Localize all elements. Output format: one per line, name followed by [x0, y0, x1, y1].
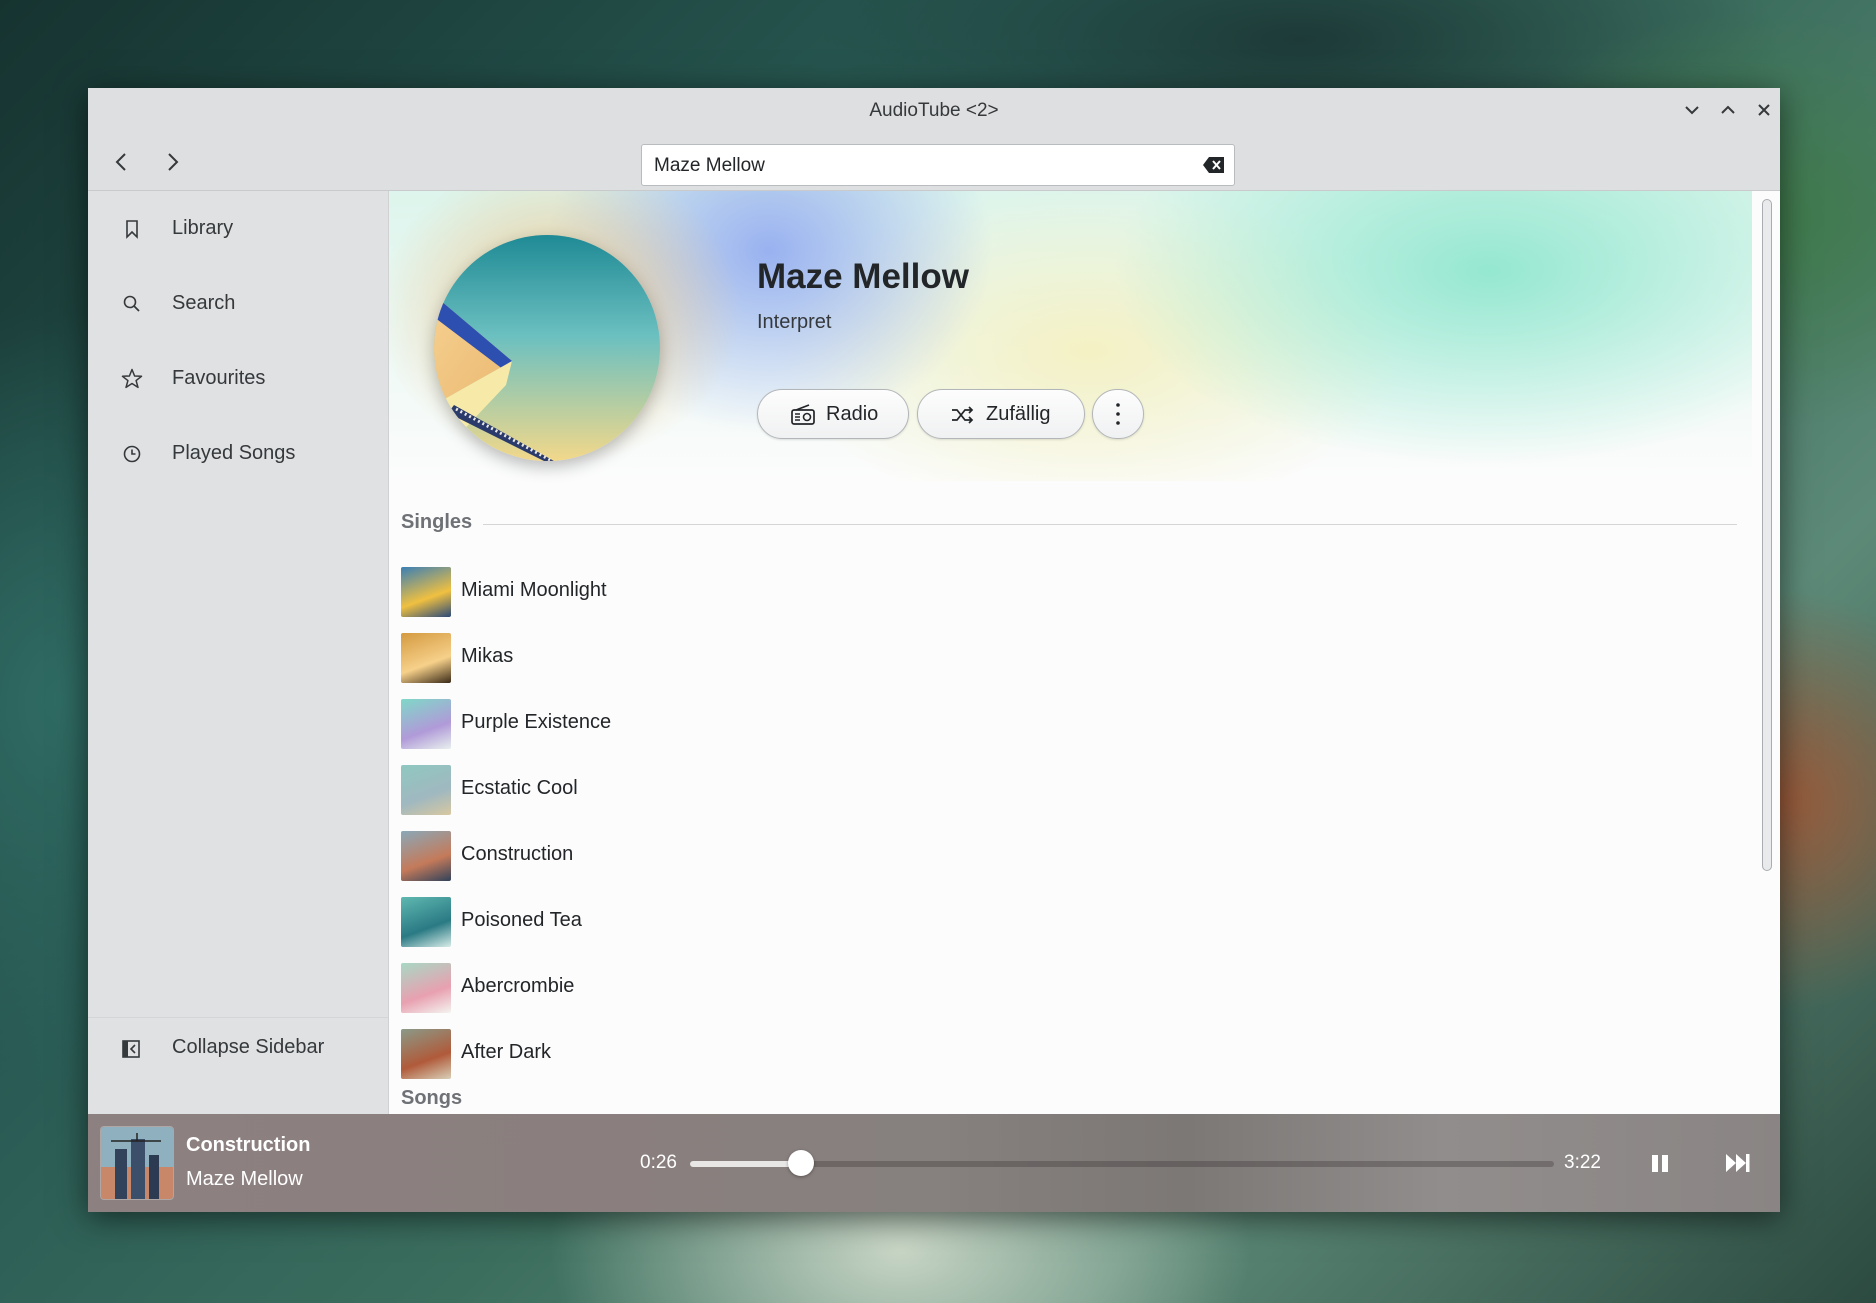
- search-field[interactable]: [641, 144, 1235, 187]
- album-thumbnail: [401, 765, 451, 815]
- player-bar: Construction Maze Mellow 0:26 3:22: [88, 1114, 1780, 1212]
- list-item-title: Construction: [461, 843, 574, 865]
- current-time: 0:26: [640, 1152, 677, 1173]
- collapse-sidebar-button[interactable]: Collapse Sidebar: [88, 1017, 388, 1078]
- list-item-title: Mikas: [461, 645, 514, 667]
- singles-heading: Singles: [401, 511, 473, 533]
- list-item-title: Poisoned Tea: [461, 909, 582, 931]
- shuffle-label: Zufällig: [986, 403, 1051, 425]
- album-thumbnail: [401, 963, 451, 1013]
- sidebar-item-search[interactable]: Search: [88, 274, 388, 334]
- back-button[interactable]: [108, 148, 136, 176]
- radio-icon: [791, 404, 815, 425]
- album-thumbnail: [401, 1029, 451, 1079]
- pause-button[interactable]: [1644, 1148, 1676, 1178]
- more-vertical-icon: [1116, 403, 1120, 425]
- sidebar-item-favourites[interactable]: Favourites: [88, 349, 388, 409]
- backspace-clear-icon: [1203, 157, 1224, 173]
- now-playing-cover[interactable]: [100, 1126, 174, 1200]
- sidebar-item-label: Played Songs: [172, 442, 296, 464]
- album-thumbnail: [401, 633, 451, 683]
- list-item-title: Abercrombie: [461, 975, 575, 997]
- list-item-title: Miami Moonlight: [461, 579, 607, 601]
- star-icon: [121, 368, 143, 389]
- collapse-sidebar-label: Collapse Sidebar: [172, 1036, 325, 1058]
- sidebar-collapse-icon: [122, 1040, 140, 1058]
- maximize-icon[interactable]: [1716, 98, 1740, 122]
- bookmark-icon: [126, 220, 138, 239]
- radio-button[interactable]: Radio: [757, 389, 909, 439]
- list-item-title: Purple Existence: [461, 711, 612, 733]
- artist-subtitle: Interpret: [757, 311, 832, 333]
- artist-header: Maze Mellow Interpret Radio Zufällig: [389, 191, 1752, 481]
- window-title: AudioTube <2>: [869, 100, 999, 121]
- seek-progress: [690, 1161, 802, 1167]
- list-item[interactable]: After Dark: [401, 1025, 1731, 1085]
- album-thumbnail: [401, 897, 451, 947]
- seek-handle[interactable]: [788, 1150, 815, 1176]
- seek-slider[interactable]: [690, 1150, 1554, 1176]
- list-item[interactable]: Mikas: [401, 629, 1731, 689]
- album-thumbnail: [401, 699, 451, 749]
- search-input[interactable]: [652, 145, 1196, 187]
- next-button[interactable]: [1722, 1148, 1754, 1178]
- album-thumbnail: [401, 831, 451, 881]
- now-playing-title: Construction: [186, 1134, 311, 1156]
- clock-icon: [123, 445, 141, 463]
- sidebar-item-label: Favourites: [172, 367, 266, 389]
- list-item-title: Ecstatic Cool: [461, 777, 578, 799]
- artist-name: Maze Mellow: [757, 257, 969, 296]
- total-time: 3:22: [1564, 1152, 1601, 1173]
- sidebar-item-label: Library: [172, 217, 234, 239]
- scrollbar[interactable]: [1752, 191, 1780, 1123]
- sidebar-item-library[interactable]: Library: [88, 199, 388, 259]
- list-item[interactable]: Abercrombie: [401, 959, 1731, 1019]
- list-item-title: After Dark: [461, 1041, 552, 1063]
- sidebar: Library Search Favourites Played Songs C…: [88, 191, 389, 1123]
- list-item[interactable]: Ecstatic Cool: [401, 761, 1731, 821]
- pause-icon: [1652, 1155, 1668, 1172]
- songs-heading: Songs: [401, 1087, 463, 1109]
- forward-button[interactable]: [158, 148, 186, 176]
- title-bar: AudioTube <2>: [88, 88, 1780, 132]
- section-divider: [483, 524, 1737, 525]
- now-playing-artist: Maze Mellow: [186, 1168, 303, 1190]
- clear-search-button[interactable]: [1202, 154, 1226, 176]
- album-thumbnail: [401, 567, 451, 617]
- sidebar-item-played-songs[interactable]: Played Songs: [88, 424, 388, 484]
- list-item[interactable]: Purple Existence: [401, 695, 1731, 755]
- chevron-left-icon: [115, 153, 126, 171]
- scrollbar-thumb[interactable]: [1762, 199, 1772, 871]
- more-options-button[interactable]: [1092, 389, 1144, 439]
- chevron-right-icon: [168, 153, 179, 171]
- list-item[interactable]: Construction: [401, 827, 1731, 887]
- sidebar-item-label: Search: [172, 292, 236, 314]
- list-item[interactable]: Poisoned Tea: [401, 893, 1731, 953]
- search-icon: [123, 295, 140, 312]
- shuffle-icon: [952, 406, 974, 424]
- list-item[interactable]: Miami Moonlight: [401, 563, 1731, 623]
- close-icon[interactable]: [1752, 98, 1776, 122]
- artist-image: [434, 235, 660, 461]
- toolbar: [88, 132, 1780, 191]
- radio-label: Radio: [826, 403, 879, 425]
- artist-page: Maze Mellow Interpret Radio Zufällig Sin…: [389, 191, 1752, 1123]
- shuffle-button[interactable]: Zufällig: [917, 389, 1085, 439]
- app-window: AudioTube <2> Maze Mellow Library Search…: [88, 88, 1780, 1212]
- minimize-icon[interactable]: [1680, 98, 1704, 122]
- skip-next-icon: [1726, 1154, 1750, 1172]
